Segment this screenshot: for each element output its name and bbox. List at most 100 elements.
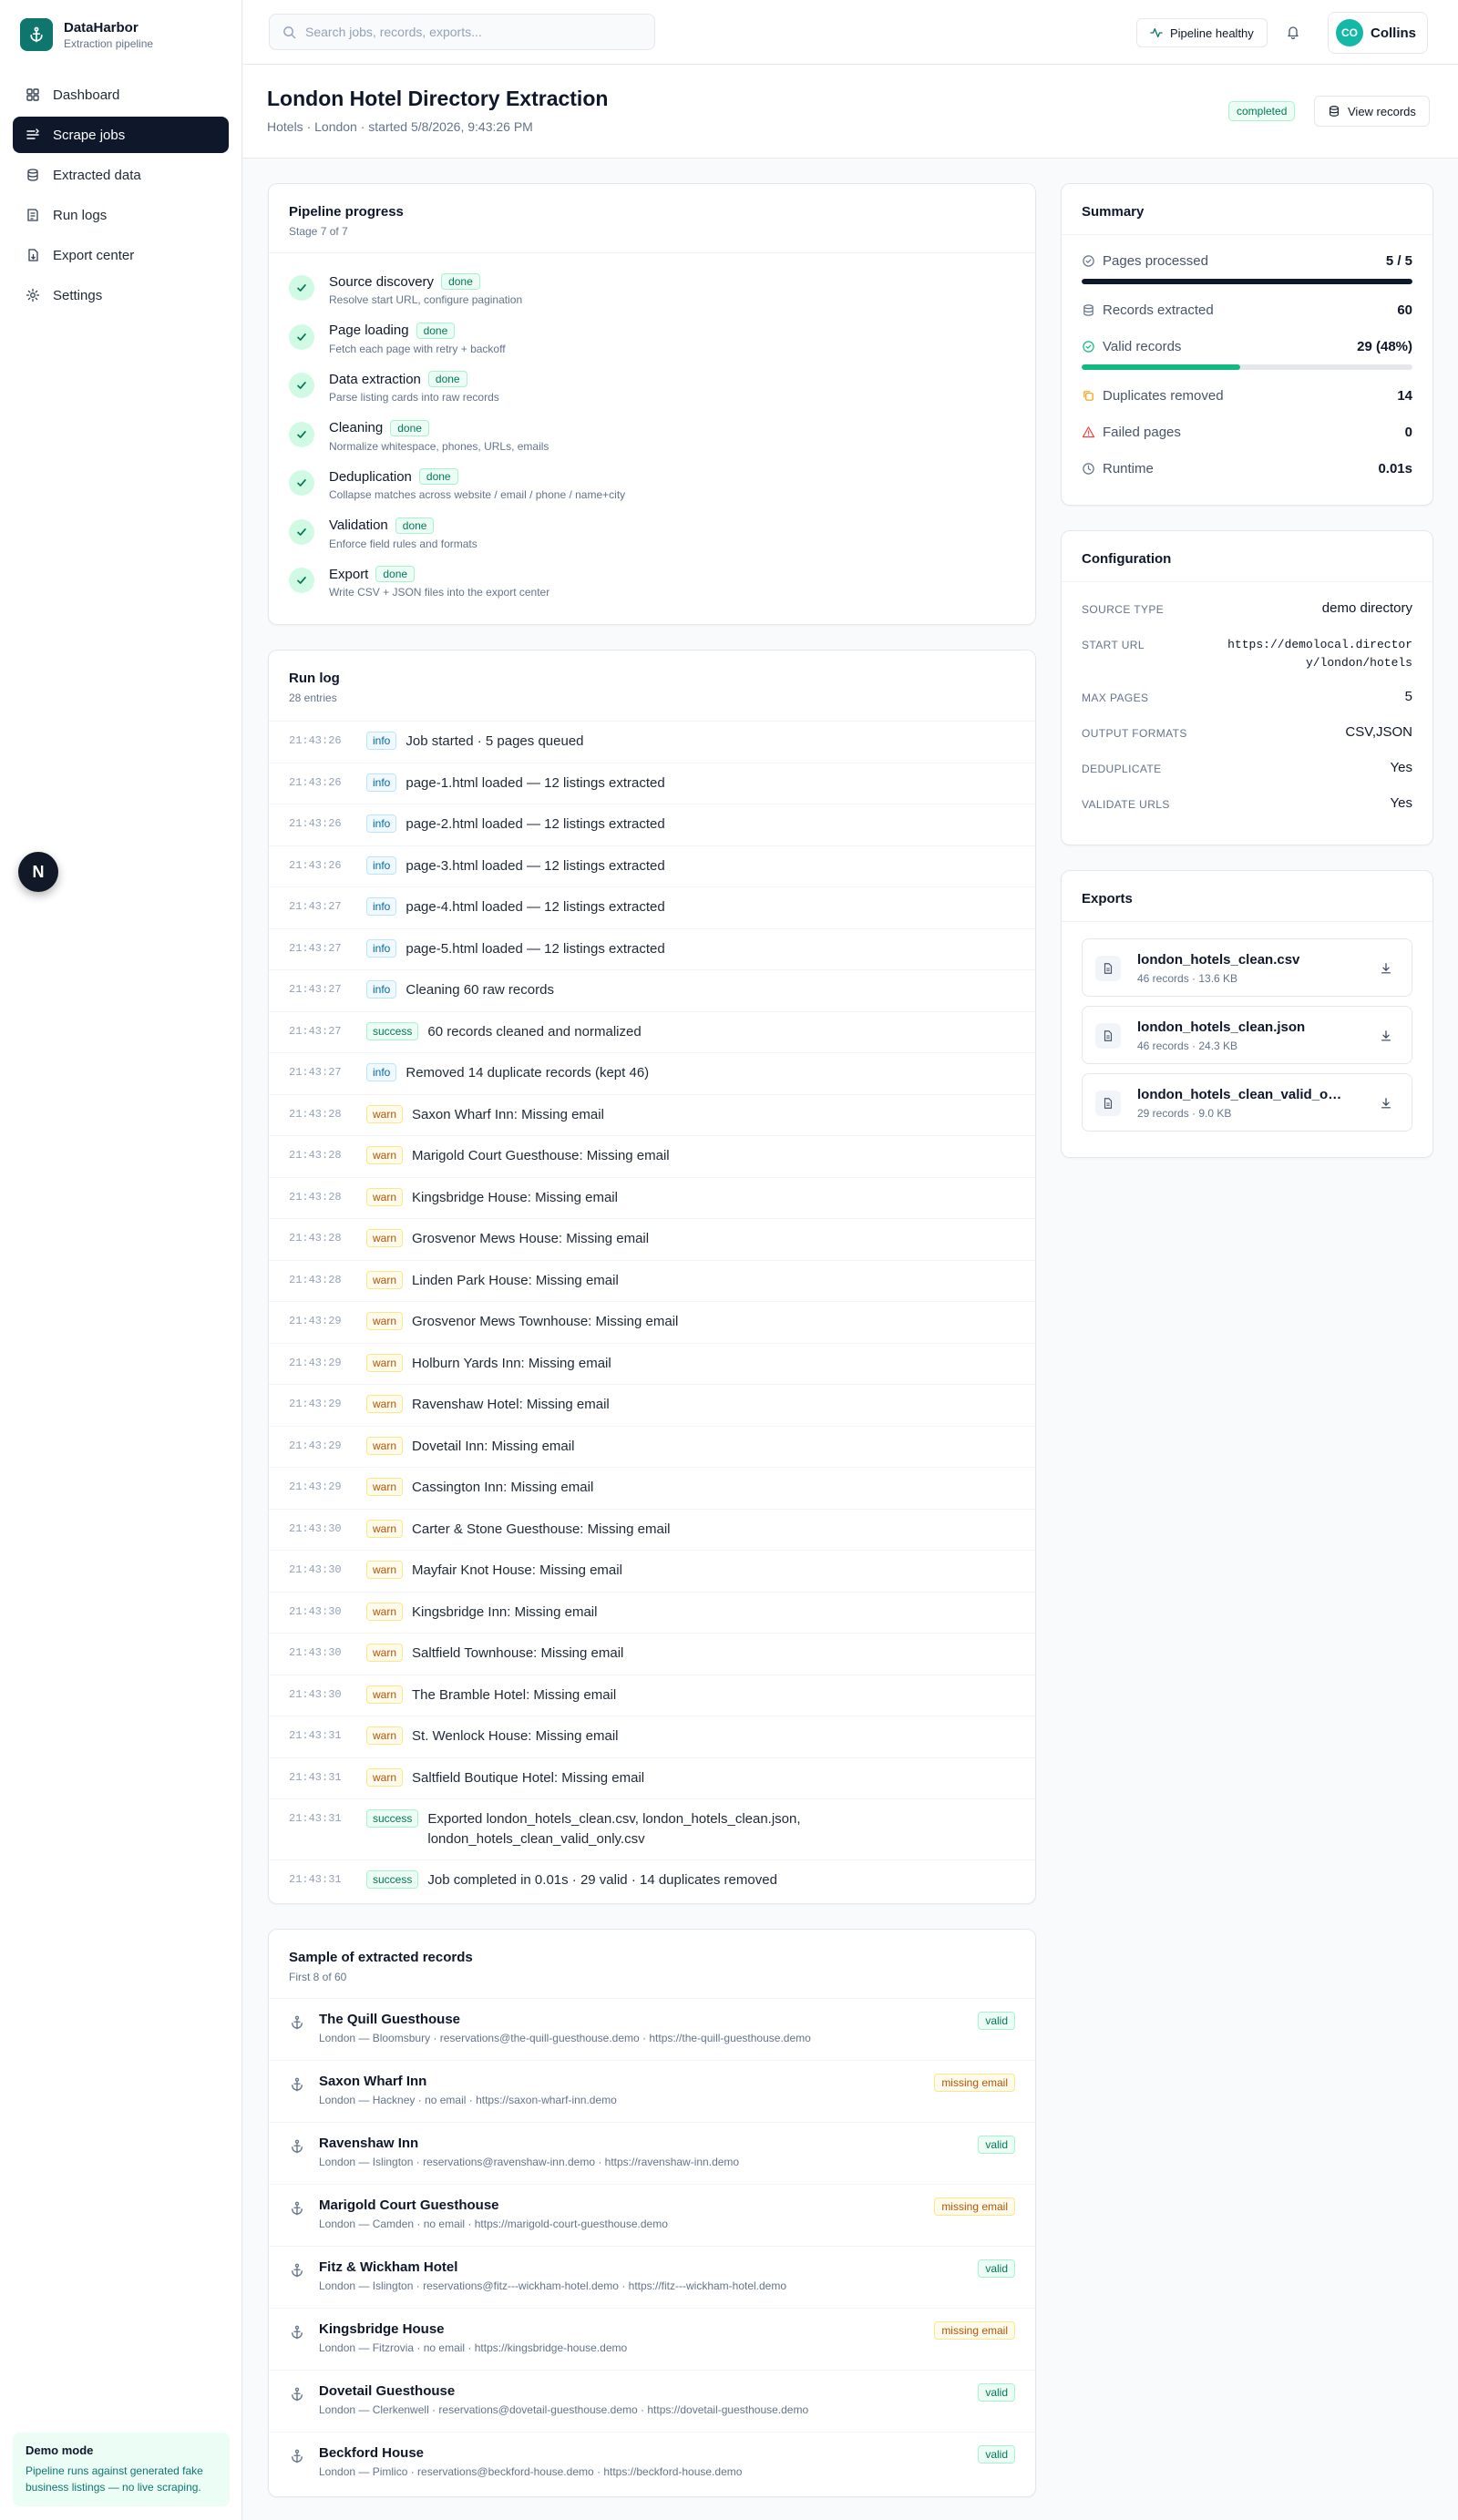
notifications-button[interactable]	[1283, 22, 1303, 42]
config-key: OUTPUT FORMATS	[1082, 727, 1187, 740]
record-name: The Quill Guesthouse	[319, 2012, 461, 2027]
summary-body: Pages processed 5 / 5 Records extracted …	[1062, 234, 1432, 487]
user-menu[interactable]: CO Collins	[1328, 12, 1429, 54]
log-level-badge: warn	[366, 1146, 404, 1164]
card-header: Summary	[1062, 184, 1432, 234]
config-key: VALIDATE URLS	[1082, 798, 1170, 811]
stage-name: Export	[329, 566, 369, 582]
config-key: DEDUPLICATE	[1082, 763, 1162, 775]
log-message: page-1.html loaded — 12 listings extract…	[406, 774, 665, 791]
log-message: St. Wenlock House: Missing email	[412, 1728, 619, 1744]
log-timestamp: 21:43:27	[289, 941, 342, 955]
log-timestamp: 21:43:28	[289, 1232, 342, 1245]
page-title: London Hotel Directory Extraction	[267, 87, 609, 110]
log-level-badge: info	[366, 814, 397, 833]
record-name: Beckford House	[319, 2445, 425, 2461]
log-timestamp: 21:43:28	[289, 1149, 342, 1162]
summary-label: Valid records	[1103, 338, 1182, 354]
log-timestamp: 21:43:29	[289, 1439, 342, 1452]
check-icon	[289, 470, 314, 496]
log-timestamp: 21:43:26	[289, 858, 342, 872]
card-title: Sample of extracted records	[289, 1950, 473, 1965]
record-row[interactable]: Marigold Court Guesthouse London — Camde…	[269, 2184, 1035, 2246]
export-file-meta: 46 records · 24.3 KB	[1137, 1040, 1238, 1052]
summary-records: Records extracted 60	[1062, 292, 1432, 328]
download-icon[interactable]	[1377, 959, 1395, 978]
nav-label: Scrape jobs	[53, 127, 126, 143]
nav-item-dashboard[interactable]: Dashboard	[13, 77, 229, 113]
export-file[interactable]: london_hotels_clean.csv 46 records · 13.…	[1082, 938, 1412, 997]
record-row[interactable]: Kingsbridge House London — Fitzrovia · n…	[269, 2308, 1035, 2370]
record-row[interactable]: Ravenshaw Inn London — Islington · reser…	[269, 2122, 1035, 2184]
stage-status-badge: done	[390, 419, 429, 436]
nav-item-extracted-data[interactable]: Extracted data	[13, 157, 229, 193]
log-entry: 21:43:29 warn Holburn Yards Inn: Missing…	[269, 1342, 1035, 1385]
log-entry: 21:43:28 warn Linden Park House: Missing…	[269, 1259, 1035, 1302]
log-level-badge: warn	[366, 1726, 404, 1745]
log-entry: 21:43:28 warn Grosvenor Mews House: Miss…	[269, 1218, 1035, 1260]
run-log-card: Run log 28 entries 21:43:26 info Job sta…	[268, 650, 1036, 1904]
search-input[interactable]	[305, 25, 633, 39]
nav-item-export-center[interactable]: Export center	[13, 237, 229, 273]
brand[interactable]: DataHarbor Extraction pipeline	[0, 0, 241, 69]
log-entry: 21:43:27 success 60 records cleaned and …	[269, 1010, 1035, 1053]
log-entry: 21:43:29 warn Dovetail Inn: Missing emai…	[269, 1425, 1035, 1468]
log-message: page-4.html loaded — 12 listings extract…	[406, 899, 665, 915]
stage-description: Collapse matches across website / email …	[329, 488, 626, 501]
download-icon[interactable]	[1377, 1027, 1395, 1045]
card-title: Configuration	[1082, 551, 1172, 567]
clock-icon	[1083, 462, 1094, 475]
log-entry: 21:43:26 info page-2.html loaded — 12 li…	[269, 804, 1035, 845]
record-row[interactable]: Dovetail Guesthouse London — Clerkenwell…	[269, 2370, 1035, 2432]
summary-failed: Failed pages 0	[1062, 414, 1432, 450]
export-file-name: london_hotels_clean.json	[1137, 1019, 1306, 1035]
record-row[interactable]: Fitz & Wickham Hotel London — Islington …	[269, 2246, 1035, 2308]
main-nav: Dashboard Scrape jobs Extracted data Run…	[0, 69, 241, 324]
summary-runtime: Runtime 0.01s	[1062, 450, 1432, 487]
card-title: Summary	[1082, 204, 1145, 220]
stage-status-badge: done	[395, 517, 435, 534]
download-icon[interactable]	[1377, 1094, 1395, 1112]
stage-description: Write CSV + JSON files into the export c…	[329, 586, 550, 599]
log-message: page-5.html loaded — 12 listings extract…	[406, 940, 665, 957]
floating-assistant-button[interactable]: N	[18, 852, 58, 892]
log-entry: 21:43:26 info page-1.html loaded — 12 li…	[269, 762, 1035, 804]
anchor-icon	[292, 2449, 303, 2464]
log-level-badge: info	[366, 897, 397, 916]
log-timestamp: 21:43:30	[289, 1521, 342, 1535]
log-message: Grosvenor Mews House: Missing email	[412, 1231, 650, 1246]
log-timestamp: 21:43:27	[289, 983, 342, 996]
log-level-badge: info	[366, 773, 397, 792]
record-name: Kingsbridge House	[319, 2321, 445, 2337]
pipeline-stage: Source discovery done Resolve start URL,…	[269, 271, 1035, 321]
export-file[interactable]: london_hotels_clean_valid_only.csv 29 re…	[1082, 1073, 1412, 1132]
log-level-badge: info	[366, 732, 397, 750]
log-level-badge: warn	[366, 1602, 404, 1621]
anchor-icon	[292, 2263, 303, 2278]
card-header: Exports	[1062, 871, 1432, 922]
summary-pages: Pages processed 5 / 5	[1062, 242, 1432, 279]
log-level-badge: info	[366, 1063, 397, 1081]
log-entry: 21:43:27 info page-4.html loaded — 12 li…	[269, 886, 1035, 928]
record-row[interactable]: The Quill Guesthouse London — Bloomsbury…	[269, 1998, 1035, 2060]
export-file[interactable]: london_hotels_clean.json 46 records · 24…	[1082, 1006, 1412, 1064]
log-level-badge: info	[366, 855, 397, 875]
database-icon	[27, 169, 38, 181]
config-value: CSV,JSON	[1345, 724, 1412, 740]
summary-label: Failed pages	[1103, 424, 1181, 440]
record-row[interactable]: Beckford House London — Pimlico · reserv…	[269, 2432, 1035, 2494]
view-records-button[interactable]: View records	[1314, 96, 1430, 127]
page-header: London Hotel Directory Extraction Hotels…	[243, 65, 1458, 159]
nav-item-run-logs[interactable]: Run logs	[13, 197, 229, 233]
stage-status-badge: done	[441, 273, 480, 290]
sidebar: DataHarbor Extraction pipeline Dashboard…	[0, 0, 242, 2520]
log-entry: 21:43:30 warn Saltfield Townhouse: Missi…	[269, 1633, 1035, 1675]
pipeline-stage: Deduplication done Collapse matches acro…	[269, 466, 1035, 516]
search-box[interactable]	[269, 14, 655, 50]
pipeline-health-badge[interactable]: Pipeline healthy	[1136, 18, 1268, 47]
nav-item-settings[interactable]: Settings	[13, 277, 229, 313]
config-value: https://demolocal.directory/london/hotel…	[1227, 638, 1412, 670]
record-row[interactable]: Saxon Wharf Inn London — Hackney · no em…	[269, 2060, 1035, 2122]
nav-item-scrape-jobs[interactable]: Scrape jobs	[13, 117, 229, 153]
stage-name: Validation	[329, 517, 388, 533]
